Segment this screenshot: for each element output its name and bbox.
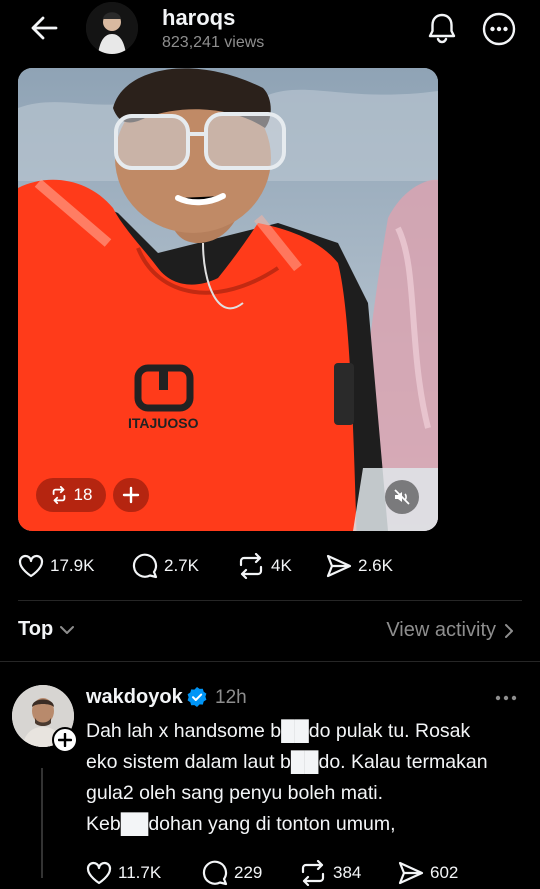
- repost-count-pill[interactable]: 18: [36, 478, 106, 512]
- repost-icon: [52, 486, 65, 504]
- comment-reply-button[interactable]: 229: [202, 858, 262, 888]
- view-activity-link[interactable]: View activity: [386, 619, 514, 642]
- follow-button[interactable]: [52, 727, 78, 753]
- repost-icon: [239, 553, 263, 579]
- divider: [18, 600, 522, 601]
- comments-sort-row: Top View activity: [0, 612, 540, 652]
- comment-text: Dah lah x handsome b██do pulak tu. Rosak…: [86, 720, 488, 835]
- divider: [0, 661, 540, 662]
- chevron-down-icon: [60, 625, 75, 634]
- repost-count: 4K: [271, 556, 292, 575]
- more-circle-icon: [482, 12, 516, 46]
- back-button[interactable]: [24, 12, 64, 44]
- add-button[interactable]: [113, 478, 149, 512]
- comment-repost-button[interactable]: 384: [299, 858, 361, 888]
- comment-count: 2.7K: [164, 556, 199, 575]
- bell-icon: [428, 13, 456, 44]
- repost-count: 18: [73, 485, 93, 504]
- comment-share-button[interactable]: 602: [398, 858, 458, 888]
- verified-badge-icon: [187, 687, 207, 707]
- comment-more-button[interactable]: [494, 688, 518, 708]
- video-frame: ITAJUOSO: [18, 68, 438, 531]
- author-avatar-image: [86, 2, 138, 54]
- send-icon: [398, 861, 424, 885]
- send-icon: [326, 554, 352, 578]
- share-button[interactable]: 2.6K: [326, 551, 393, 581]
- sort-label: Top: [18, 618, 54, 640]
- heart-icon: [86, 861, 112, 885]
- author-avatar[interactable]: [86, 2, 138, 54]
- comment-like-count: 11.7K: [118, 863, 162, 882]
- plus-icon: [58, 733, 72, 747]
- comment-icon: [202, 860, 228, 886]
- comment-icon: [132, 553, 158, 579]
- more-options-button[interactable]: [480, 10, 518, 48]
- notifications-button[interactable]: [424, 10, 460, 46]
- comment-share-count: 602: [430, 863, 459, 882]
- comment-like-button[interactable]: 11.7K: [86, 858, 161, 888]
- thread-header: haroqs 823,241 views: [0, 0, 540, 66]
- view-activity-label: View activity: [386, 619, 496, 641]
- comment-repost-count: 384: [333, 863, 362, 882]
- repost-button[interactable]: 4K: [237, 551, 292, 581]
- comment-timestamp: 12h: [215, 687, 247, 708]
- sort-dropdown[interactable]: Top: [18, 618, 75, 641]
- commenter-username[interactable]: wakdoyok: [86, 686, 183, 709]
- share-count: 2.6K: [358, 556, 393, 575]
- chevron-right-icon: [505, 623, 513, 638]
- like-button[interactable]: 17.9K: [18, 551, 94, 581]
- comment-button[interactable]: 2.7K: [132, 551, 199, 581]
- more-horizontal-icon: [495, 695, 517, 701]
- post-video[interactable]: ITAJUOSO: [18, 68, 438, 531]
- arrow-left-icon: [31, 16, 58, 40]
- mute-button[interactable]: [385, 480, 419, 514]
- view-count: 823,241 views: [162, 34, 265, 51]
- author-username[interactable]: haroqs: [162, 5, 235, 31]
- heart-icon: [18, 554, 44, 578]
- speaker-muted-icon: [394, 489, 410, 505]
- comment-reply-count: 229: [234, 863, 263, 882]
- plus-icon: [122, 486, 140, 504]
- comment-actions: 11.7K 229 384 602: [0, 858, 540, 888]
- repost-icon: [301, 860, 325, 886]
- vest-logo-text: ITAJUOSO: [128, 415, 199, 431]
- post-actions: 17.9K 2.7K 4K 2.6K: [0, 551, 540, 581]
- like-count: 17.9K: [50, 556, 95, 575]
